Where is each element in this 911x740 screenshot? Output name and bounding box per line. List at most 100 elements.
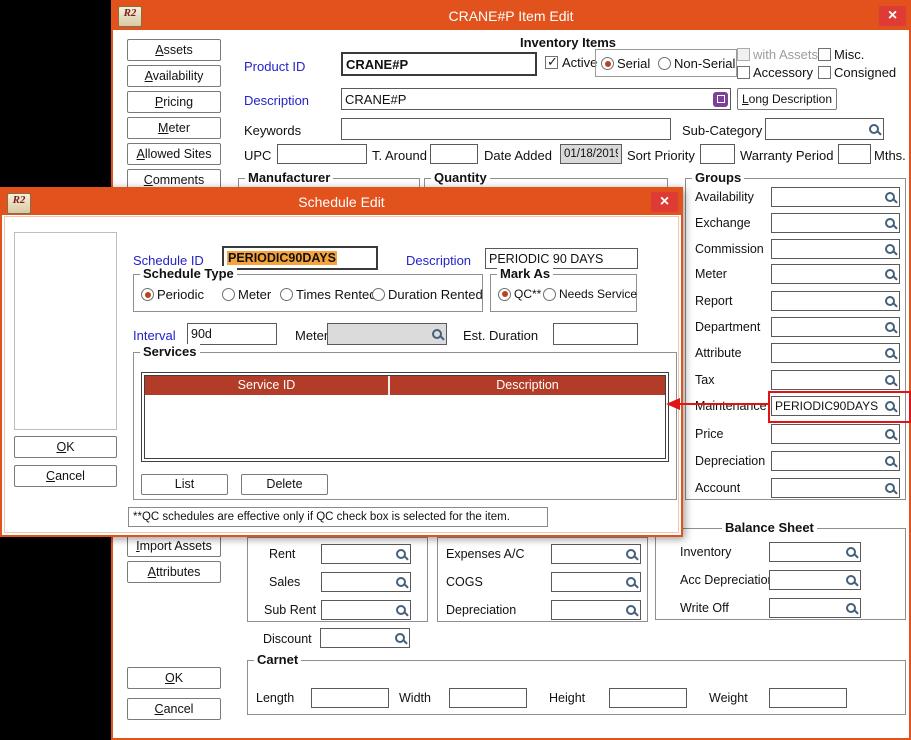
- list-button[interactable]: List: [141, 474, 228, 495]
- lookup-icon[interactable]: [884, 295, 897, 308]
- times-rented-radio-circle[interactable]: [280, 288, 293, 301]
- group-tax-field[interactable]: [771, 370, 900, 390]
- non-serial-radio[interactable]: Non-Serial: [658, 56, 735, 71]
- lookup-icon[interactable]: [884, 428, 897, 441]
- consigned-checkbox[interactable]: Consigned: [818, 65, 896, 80]
- lookup-icon[interactable]: [884, 217, 897, 230]
- discount-field[interactable]: [320, 628, 410, 648]
- serial-radio[interactable]: Serial: [601, 56, 650, 71]
- sales-field[interactable]: [321, 572, 411, 592]
- lookup-icon[interactable]: [395, 548, 408, 561]
- accessory-checkbox[interactable]: Accessory: [737, 65, 813, 80]
- lookup-icon[interactable]: [884, 321, 897, 334]
- qc-radio[interactable]: QC**: [498, 287, 541, 301]
- needs-service-radio[interactable]: Needs Service: [543, 287, 637, 301]
- sub-category-lookup-icon[interactable]: [868, 123, 881, 136]
- services-table-body[interactable]: [145, 395, 665, 458]
- active-checkbox[interactable]: Active: [545, 55, 597, 70]
- description-column-header[interactable]: Description: [390, 376, 665, 395]
- group-availability-field[interactable]: [771, 187, 900, 207]
- rent-field[interactable]: [321, 544, 411, 564]
- width-field[interactable]: [449, 688, 527, 708]
- schedule-cancel-button[interactable]: Cancel: [14, 465, 117, 487]
- length-field[interactable]: [311, 688, 389, 708]
- lookup-icon[interactable]: [884, 191, 897, 204]
- times-rented-radio[interactable]: Times Rented: [280, 287, 376, 302]
- lookup-icon[interactable]: [884, 400, 897, 413]
- long-description-button[interactable]: Long Description: [737, 88, 837, 110]
- duration-rented-radio[interactable]: Duration Rented: [372, 287, 483, 302]
- group-price-field[interactable]: [771, 424, 900, 444]
- meter-lookup-icon[interactable]: [431, 328, 444, 341]
- est-duration-field[interactable]: [553, 323, 638, 345]
- height-field[interactable]: [609, 688, 687, 708]
- group-exchange-field[interactable]: [771, 213, 900, 233]
- sidebar-assets-button[interactable]: Assets: [127, 39, 221, 61]
- lookup-icon[interactable]: [845, 546, 858, 559]
- lookup-icon[interactable]: [395, 576, 408, 589]
- lookup-icon[interactable]: [395, 604, 408, 617]
- lookup-icon[interactable]: [845, 602, 858, 615]
- needs-service-radio-circle[interactable]: [543, 288, 556, 301]
- lookup-icon[interactable]: [625, 548, 638, 561]
- schedule-edit-close-icon[interactable]: [651, 192, 678, 212]
- group-commission-field[interactable]: [771, 239, 900, 259]
- lookup-icon[interactable]: [625, 576, 638, 589]
- group-depreciation-field[interactable]: [771, 451, 900, 471]
- lookup-icon[interactable]: [884, 243, 897, 256]
- misc-checkbox[interactable]: Misc.: [818, 47, 864, 62]
- schedule-list-panel[interactable]: [14, 232, 117, 430]
- item-edit-close-icon[interactable]: [879, 6, 906, 26]
- lookup-icon[interactable]: [394, 632, 407, 645]
- periodic-radio[interactable]: Periodic: [141, 287, 204, 302]
- cogs-field[interactable]: [551, 572, 641, 592]
- schedule-id-field[interactable]: PERIODIC90DAYS: [222, 246, 378, 270]
- keywords-field[interactable]: [341, 118, 671, 140]
- duration-rented-radio-circle[interactable]: [372, 288, 385, 301]
- warranty-period-field[interactable]: [838, 144, 871, 164]
- product-id-field[interactable]: [341, 52, 537, 76]
- periodic-radio-circle[interactable]: [141, 288, 154, 301]
- sidebar-import-assets-button[interactable]: Import Assets: [127, 535, 221, 557]
- group-report-field[interactable]: [771, 291, 900, 311]
- depreciation-field[interactable]: [551, 600, 641, 620]
- interval-field[interactable]: [187, 323, 277, 345]
- sidebar-meter-button[interactable]: Meter: [127, 117, 221, 139]
- consigned-checkbox-box[interactable]: [818, 66, 831, 79]
- active-checkbox-box[interactable]: [545, 56, 558, 69]
- group-department-field[interactable]: [771, 317, 900, 337]
- group-maintenance-field[interactable]: PERIODIC90DAYS: [771, 396, 900, 416]
- upc-field[interactable]: [277, 144, 367, 164]
- lookup-icon[interactable]: [884, 268, 897, 281]
- sub-category-field[interactable]: [765, 118, 884, 140]
- meter-type-radio[interactable]: Meter: [222, 287, 271, 302]
- lookup-icon[interactable]: [845, 574, 858, 587]
- item-edit-cancel-button[interactable]: Cancel: [127, 698, 221, 720]
- long-description-icon[interactable]: [713, 92, 728, 107]
- description-field[interactable]: CRANE#P: [341, 88, 731, 110]
- sidebar-pricing-button[interactable]: Pricing: [127, 91, 221, 113]
- expenses-ac-field[interactable]: [551, 544, 641, 564]
- service-id-column-header[interactable]: Service ID: [145, 376, 390, 395]
- lookup-icon[interactable]: [625, 604, 638, 617]
- lookup-icon[interactable]: [884, 482, 897, 495]
- lookup-icon[interactable]: [884, 455, 897, 468]
- t-around-field[interactable]: [430, 144, 478, 164]
- inventory-field[interactable]: [769, 542, 861, 562]
- item-edit-ok-button[interactable]: OK: [127, 667, 221, 689]
- lookup-icon[interactable]: [884, 347, 897, 360]
- lookup-icon[interactable]: [884, 374, 897, 387]
- group-attribute-field[interactable]: [771, 343, 900, 363]
- qc-radio-circle[interactable]: [498, 288, 511, 301]
- sidebar-attributes-button[interactable]: Attributes: [127, 561, 221, 583]
- sub-rent-field[interactable]: [321, 600, 411, 620]
- sidebar-availability-button[interactable]: Availability: [127, 65, 221, 87]
- sort-priority-field[interactable]: [700, 144, 735, 164]
- schedule-ok-button[interactable]: OK: [14, 436, 117, 458]
- write-off-field[interactable]: [769, 598, 861, 618]
- acc-depreciation-field[interactable]: [769, 570, 861, 590]
- weight-field[interactable]: [769, 688, 847, 708]
- sidebar-allowed-sites-button[interactable]: Allowed Sites: [127, 143, 221, 165]
- serial-radio-circle[interactable]: [601, 57, 614, 70]
- misc-checkbox-box[interactable]: [818, 48, 831, 61]
